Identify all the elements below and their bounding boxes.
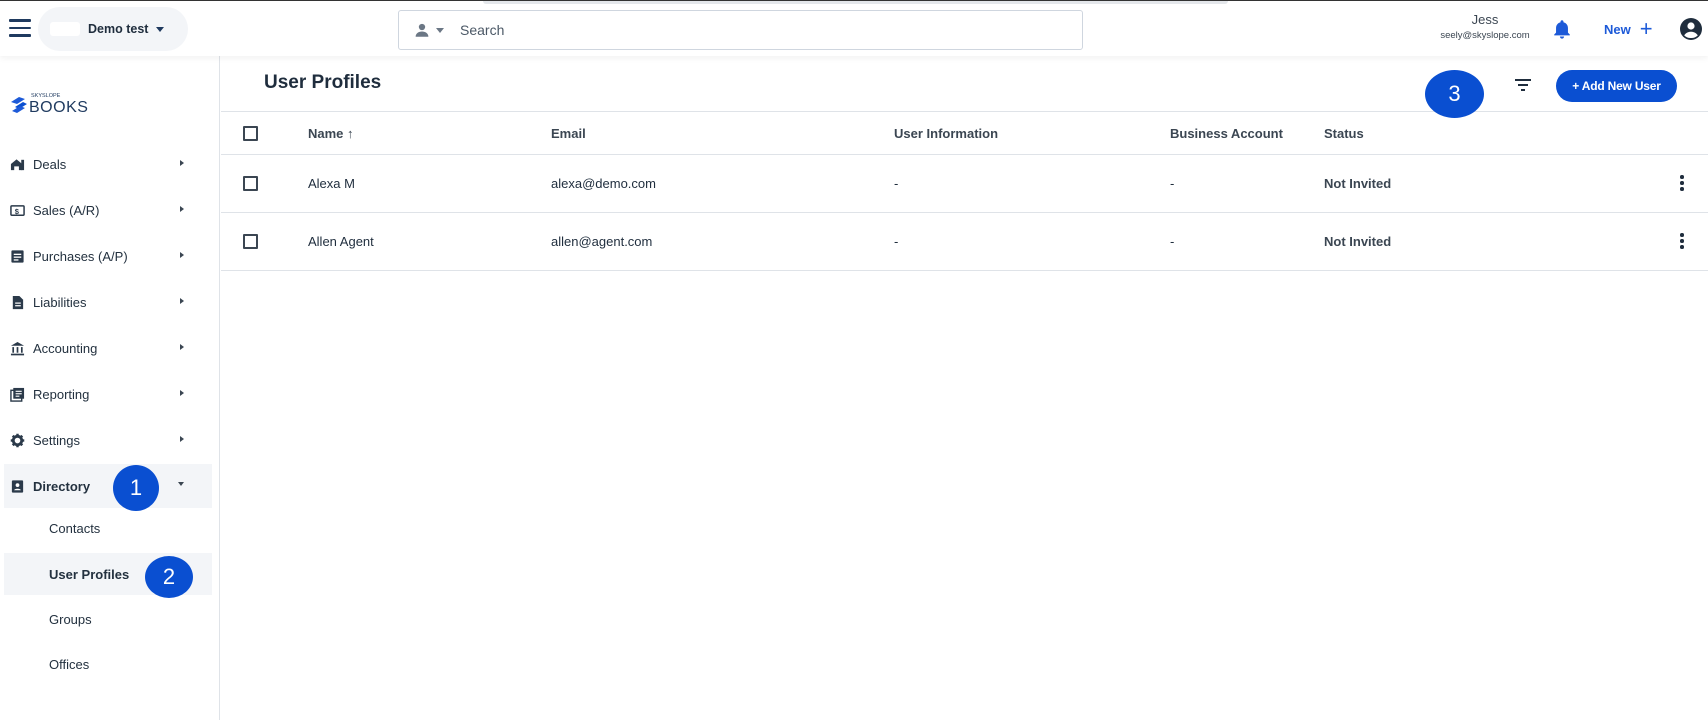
chevron-right-icon [180,206,184,212]
svg-text:BOOKS: BOOKS [29,99,88,116]
step-marker-3: 3 [1425,70,1484,118]
user-email: seely@skyslope.com [1440,30,1530,41]
add-new-user-button[interactable]: + Add New User [1556,70,1677,102]
cell-name: Alexa M [308,176,355,191]
select-all-checkbox[interactable] [243,126,258,141]
sidebar-item-label: Liabilities [33,294,87,310]
contact-card-icon [11,479,24,493]
chevron-right-icon [180,298,184,304]
search-input[interactable] [458,21,1022,39]
sidebar-item-liabilities[interactable]: Liabilities [4,282,212,322]
report-icon [10,387,25,402]
cell-business-account: - [1170,234,1175,249]
chevron-right-icon [180,160,184,166]
page-title: User Profiles [264,72,382,93]
sidebar-subitem-groups[interactable]: Groups [4,599,212,639]
search-scope-dropdown-icon[interactable] [436,27,444,33]
cell-email: alexa@demo.com [551,176,656,191]
column-header-name[interactable]: Name ↑ [308,126,354,141]
top-divider [483,1,1228,4]
sidebar-item-reporting[interactable]: Reporting [4,374,212,414]
plus-icon: + [1639,16,1653,41]
sidebar-item-label: Accounting [33,340,98,356]
current-user[interactable]: Jess seely@skyslope.com [1410,12,1560,41]
sidebar-subitem-label: User Profiles [49,566,130,582]
more-options-icon[interactable] [1675,233,1689,251]
chevron-right-icon [180,436,184,442]
account-logo [50,22,80,36]
chevron-right-icon [180,390,184,396]
sidebar-item-label: Directory [33,478,91,494]
sidebar-item-settings[interactable]: Settings [4,420,212,460]
sidebar-subitem-label: Contacts [49,520,101,536]
sidebar-item-accounting[interactable]: Accounting [4,328,212,368]
column-header-user-information[interactable]: User Information [894,126,998,141]
cell-business-account: - [1170,176,1175,191]
purchases-icon [11,249,24,263]
sidebar-item-label: Reporting [33,386,90,402]
hamburger-menu-icon[interactable] [9,19,31,37]
cell-status: Not Invited [1324,234,1392,249]
account-switcher[interactable]: Demo test [38,7,188,51]
sidebar-item-deals[interactable]: Deals [4,144,212,184]
account-name: Demo test [88,22,149,36]
table-row[interactable]: Alexa M alexa@demo.com - - Not Invited [221,155,1708,213]
svg-text:$: $ [15,206,20,215]
chevron-down-icon [156,26,165,32]
column-header-status[interactable]: Status [1324,126,1364,141]
new-label: New [1604,21,1631,37]
table-header: Name ↑ Email User Information Business A… [221,111,1708,155]
sidebar-subitem-label: Groups [49,611,92,627]
sidebar-subitem-label: Offices [49,656,90,672]
bell-icon[interactable] [1551,17,1573,41]
sidebar-item-purchases[interactable]: Purchases (A/P) [4,236,212,276]
bank-icon [10,341,25,355]
person-icon[interactable] [413,21,431,39]
receipt-dollar-icon: $ [10,204,25,216]
cell-user-information: - [894,234,899,249]
filter-icon[interactable] [1513,77,1533,93]
cell-status: Not Invited [1324,176,1392,191]
table-row[interactable]: Allen Agent allen@agent.com - - Not Invi… [221,213,1708,271]
step-marker-2: 2 [145,556,193,598]
cell-user-information: - [894,176,899,191]
sidebar-item-label: Deals [33,156,67,172]
account-circle-icon[interactable] [1679,17,1703,41]
more-options-icon[interactable] [1675,175,1689,193]
user-name: Jess [1471,12,1499,27]
gear-icon [10,433,25,447]
chevron-right-icon [180,344,184,350]
document-icon [12,295,24,309]
skyslope-books-logo: SKYSLOPE BOOKS [11,93,88,116]
column-header-email[interactable]: Email [551,126,586,141]
step-marker-1: 1 [113,465,159,511]
new-button[interactable]: New + [1604,16,1653,41]
column-header-business-account[interactable]: Business Account [1170,126,1283,141]
sidebar: SKYSLOPE BOOKS Deals $ Sales (A/R) Purch… [0,56,220,720]
sidebar-item-label: Settings [33,432,80,448]
sidebar-subitem-offices[interactable]: Offices [4,644,212,684]
sidebar-item-label: Sales (A/R) [33,202,100,218]
sidebar-item-sales[interactable]: $ Sales (A/R) [4,190,212,230]
cell-email: allen@agent.com [551,234,653,249]
top-bar: Demo test Jess seely@skyslope.com New + [0,0,1708,56]
home-icon [10,158,25,170]
search-bar[interactable] [398,10,1083,50]
sidebar-item-label: Purchases (A/P) [33,248,128,264]
row-checkbox[interactable] [243,176,258,191]
cell-name: Allen Agent [308,234,374,249]
row-checkbox[interactable] [243,234,258,249]
chevron-down-icon [178,482,184,486]
chevron-right-icon [180,252,184,258]
sidebar-subitem-contacts[interactable]: Contacts [4,508,212,548]
user-profiles-table: Name ↑ Email User Information Business A… [221,111,1708,271]
sidebar-item-directory[interactable]: Directory [4,464,212,508]
